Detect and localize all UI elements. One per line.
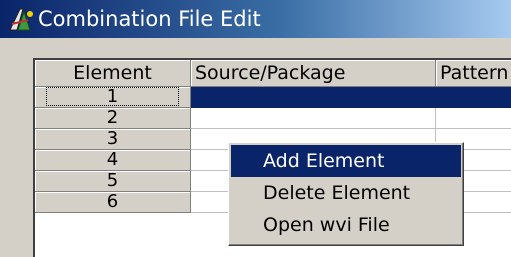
menu-item-add-element[interactable]: Add Element [231, 145, 461, 177]
app-icon [9, 8, 33, 31]
title-bar[interactable]: Combination File Edit [0, 0, 511, 38]
menu-item-delete-element[interactable]: Delete Element [231, 177, 461, 209]
grid-cell-pattern[interactable] [436, 108, 511, 129]
row-header[interactable]: 6 [35, 192, 191, 213]
row-header[interactable]: 5 [35, 171, 191, 192]
context-menu: Add Element Delete Element Open wvi File [228, 142, 464, 246]
row-header[interactable]: 1 [35, 87, 191, 108]
column-header-source-package[interactable]: Source/Package [191, 60, 436, 87]
grid-cell-source[interactable] [191, 108, 436, 129]
column-header-pattern[interactable]: Pattern [436, 60, 511, 87]
grid-cell-source[interactable] [191, 87, 436, 108]
grid-cell-pattern[interactable] [436, 87, 511, 108]
row-header[interactable]: 4 [35, 150, 191, 171]
row-header[interactable]: 2 [35, 108, 191, 129]
menu-item-open-wvi-file[interactable]: Open wvi File [231, 209, 461, 241]
row-header[interactable]: 3 [35, 129, 191, 150]
window-client-area: Element Source/Package Pattern 1 2 3 4 5… [0, 38, 511, 257]
window-title: Combination File Edit [38, 7, 261, 31]
row-number: 1 [45, 87, 180, 106]
column-header-element[interactable]: Element [35, 60, 191, 87]
